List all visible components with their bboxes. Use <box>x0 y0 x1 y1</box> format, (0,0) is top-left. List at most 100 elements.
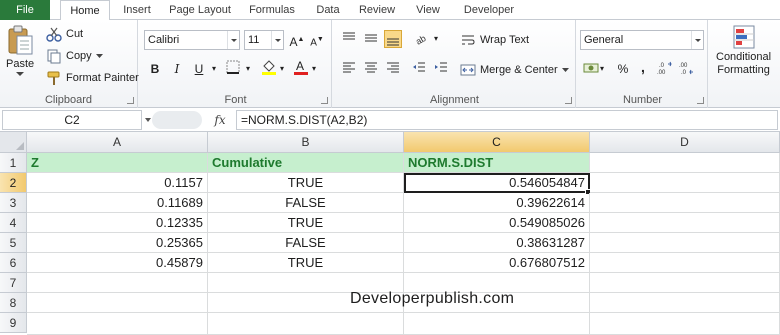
cell-d9[interactable] <box>590 313 780 335</box>
cell-b9[interactable] <box>208 313 404 335</box>
paste-button[interactable]: Paste <box>6 24 34 77</box>
row-header-8[interactable]: 8 <box>0 293 27 313</box>
copy-button[interactable]: Copy <box>46 48 103 64</box>
cell-b1[interactable]: Cumulative <box>208 153 404 173</box>
column-header-b[interactable]: B <box>208 132 404 153</box>
cell-c3[interactable]: 0.39622614 <box>404 193 590 213</box>
tab-view[interactable]: View <box>408 0 448 20</box>
column-header-c[interactable]: C <box>404 132 590 153</box>
number-format-select[interactable]: General <box>580 30 704 50</box>
row-header-6[interactable]: 6 <box>0 253 27 273</box>
underline-button[interactable]: U <box>190 60 208 78</box>
alignment-launcher-icon[interactable] <box>565 97 572 104</box>
row-header-5[interactable]: 5 <box>0 233 27 253</box>
orientation-button[interactable]: ab <box>414 30 432 48</box>
tab-review[interactable]: Review <box>352 0 402 20</box>
cut-button[interactable]: Cut <box>46 26 83 42</box>
cell-c6[interactable]: 0.676807512 <box>404 253 590 273</box>
row-header-4[interactable]: 4 <box>0 213 27 233</box>
chevron-down-icon[interactable]: ▾ <box>598 60 606 78</box>
chevron-down-icon[interactable] <box>144 114 152 126</box>
cell-a4[interactable]: 0.12335 <box>27 213 208 233</box>
cell-d7[interactable] <box>590 273 780 293</box>
tab-home[interactable]: Home <box>60 0 110 21</box>
cell-b3[interactable]: FALSE <box>208 193 404 213</box>
tab-insert[interactable]: Insert <box>116 0 158 20</box>
tab-page-layout[interactable]: Page Layout <box>164 0 236 20</box>
cell-a3[interactable]: 0.11689 <box>27 193 208 213</box>
chevron-down-icon[interactable]: ▾ <box>432 30 440 48</box>
cell-b2[interactable]: TRUE <box>208 173 404 193</box>
tab-data[interactable]: Data <box>310 0 346 20</box>
tab-formulas[interactable]: Formulas <box>242 0 302 20</box>
italic-button[interactable]: I <box>168 60 186 78</box>
bold-button[interactable]: B <box>146 60 164 78</box>
cell-d4[interactable] <box>590 213 780 233</box>
fill-color-button[interactable] <box>260 58 278 76</box>
align-center-button[interactable] <box>362 60 380 78</box>
tab-file[interactable]: File <box>0 0 50 20</box>
cell-d6[interactable] <box>590 253 780 273</box>
decrease-indent-button[interactable] <box>410 60 428 78</box>
cell-d3[interactable] <box>590 193 780 213</box>
conditional-formatting-button[interactable]: Conditional Formatting <box>716 24 771 76</box>
tab-developer[interactable]: Developer <box>456 0 522 20</box>
decrease-decimal-button[interactable]: .00 .0 <box>678 60 696 78</box>
cell-b6[interactable]: TRUE <box>208 253 404 273</box>
cell-a6[interactable]: 0.45879 <box>27 253 208 273</box>
chevron-down-icon[interactable] <box>691 31 703 49</box>
cell-a7[interactable] <box>27 273 208 293</box>
grow-font-button[interactable]: A▲ <box>288 31 306 49</box>
name-box[interactable]: C2 <box>2 110 142 130</box>
chevron-down-icon[interactable] <box>271 31 283 49</box>
column-header-a[interactable]: A <box>27 132 208 153</box>
percent-style-button[interactable]: % <box>614 60 632 78</box>
column-header-d[interactable]: D <box>590 132 780 153</box>
chevron-down-icon[interactable]: ▾ <box>310 60 318 78</box>
cell-a2[interactable]: 0.1157 <box>27 173 208 193</box>
cell-b5[interactable]: FALSE <box>208 233 404 253</box>
select-all-button[interactable] <box>0 132 27 153</box>
font-color-button[interactable]: A <box>292 58 310 76</box>
chevron-down-icon[interactable]: ▾ <box>210 60 218 78</box>
font-size-select[interactable]: 11 <box>244 30 284 50</box>
cell-a1[interactable]: Z <box>27 153 208 173</box>
increase-indent-button[interactable] <box>432 60 450 78</box>
font-family-select[interactable]: Calibri <box>144 30 240 50</box>
font-launcher-icon[interactable] <box>321 97 328 104</box>
align-right-button[interactable] <box>384 60 402 78</box>
cell-d5[interactable] <box>590 233 780 253</box>
shrink-font-button[interactable]: A▼ <box>308 31 326 49</box>
bottom-align-button[interactable] <box>384 30 402 48</box>
row-header-3[interactable]: 3 <box>0 193 27 213</box>
top-align-button[interactable] <box>340 30 358 48</box>
align-left-button[interactable] <box>340 60 358 78</box>
cell-d1[interactable] <box>590 153 780 173</box>
cell-c2[interactable]: 0.546054847 <box>404 173 590 193</box>
insert-function-icon[interactable]: fx <box>208 110 232 130</box>
row-header-9[interactable]: 9 <box>0 313 27 333</box>
cell-d8[interactable] <box>590 293 780 313</box>
chevron-down-icon[interactable] <box>227 31 239 49</box>
row-header-7[interactable]: 7 <box>0 273 27 293</box>
chevron-down-icon[interactable]: ▾ <box>244 60 252 78</box>
clipboard-launcher-icon[interactable] <box>127 97 134 104</box>
comma-style-button[interactable]: , <box>634 58 652 76</box>
cell-c4[interactable]: 0.549085026 <box>404 213 590 233</box>
number-launcher-icon[interactable] <box>697 97 704 104</box>
cell-d2[interactable] <box>590 173 780 193</box>
row-header-1[interactable]: 1 <box>0 153 27 173</box>
cell-a8[interactable] <box>27 293 208 313</box>
increase-decimal-button[interactable]: .0 .00 <box>656 60 674 78</box>
cell-c5[interactable]: 0.38631287 <box>404 233 590 253</box>
wrap-text-button[interactable]: Wrap Text <box>460 32 529 48</box>
cell-b4[interactable]: TRUE <box>208 213 404 233</box>
merge-center-button[interactable]: Merge & Center <box>460 62 569 78</box>
cell-c1[interactable]: NORM.S.DIST <box>404 153 590 173</box>
row-header-2[interactable]: 2 <box>0 173 27 193</box>
middle-align-button[interactable] <box>362 30 380 48</box>
cell-c9[interactable] <box>404 313 590 335</box>
borders-button[interactable] <box>224 60 242 78</box>
cell-a5[interactable]: 0.25365 <box>27 233 208 253</box>
formula-input[interactable]: =NORM.S.DIST(A2,B2) <box>236 110 778 130</box>
